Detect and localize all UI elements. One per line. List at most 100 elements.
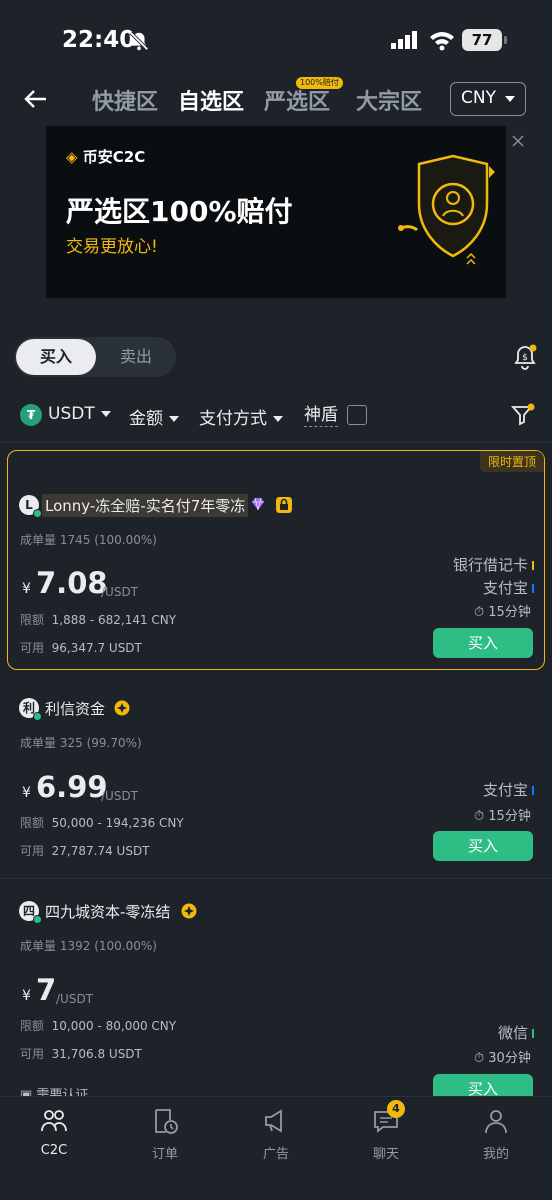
banner-close-icon[interactable] — [510, 133, 526, 149]
merchant-avatar[interactable]: 四 — [19, 901, 42, 924]
available-row: 可用 27,787.74 USDT — [20, 842, 150, 859]
gold-merchant-badge-icon — [114, 700, 130, 716]
filter-funnel-icon[interactable] — [510, 402, 536, 428]
nav-orders-label: 订单 — [151, 1147, 178, 1162]
limit-value: 1,888 - 682,141 CNY — [51, 613, 177, 627]
price-unit: /USDT — [101, 789, 139, 803]
caret-down-icon — [100, 411, 111, 417]
banner-title: 严选区100%赔付 — [66, 195, 293, 228]
orders-label: 成单量 — [20, 736, 57, 750]
merchant-name[interactable]: 四九城资本-零冻结 — [45, 901, 170, 922]
shield-filter-label: 神盾 — [304, 405, 338, 427]
caret-down-icon — [505, 96, 515, 102]
svg-text:$: $ — [522, 353, 528, 363]
listing-price: 7 — [36, 973, 57, 1007]
merchant-name[interactable]: 利信资金 — [45, 698, 105, 719]
payment-time-value: 15分钟 — [488, 605, 531, 620]
trade-side-toggle: 买入 卖出 — [14, 337, 176, 377]
listing-price: 6.99 — [36, 770, 108, 804]
currency-symbol: ¥ — [22, 785, 31, 801]
status-time: 22:40 — [62, 27, 136, 53]
merchant-name[interactable]: Lonny-冻全赔-实名付7年零冻 — [42, 494, 249, 517]
cellular-signal-icon — [391, 31, 417, 49]
amount-filter[interactable]: 金额 — [129, 404, 179, 429]
payment-label: 微信 — [497, 1024, 528, 1042]
lock-badge-icon — [276, 497, 292, 513]
limit-value: 50,000 - 194,236 CNY — [51, 816, 184, 830]
orders-clock-icon — [155, 1109, 178, 1134]
available-row: 可用 96,347.7 USDT — [20, 639, 142, 656]
nav-c2c[interactable]: C2C — [14, 1107, 94, 1158]
limit-row: 限额 1,888 - 682,141 CNY — [20, 611, 176, 628]
nav-orders[interactable]: 订单 — [125, 1107, 205, 1162]
orders-value: 1745 (100.00%) — [59, 533, 157, 547]
tab-bulk[interactable]: 大宗区 — [356, 84, 422, 116]
available-value: 27,787.74 USDT — [51, 844, 150, 858]
amount-filter-label: 金额 — [129, 409, 163, 429]
merchant-avatar[interactable]: L — [19, 495, 42, 518]
payment-label: 支付宝 — [482, 781, 528, 799]
payment-method-bank: 银行借记卡 — [453, 554, 534, 575]
orders-label: 成单量 — [20, 533, 57, 547]
payment-label: 银行借记卡 — [452, 556, 528, 574]
currency-symbol: ¥ — [22, 988, 31, 1004]
sell-side-button[interactable]: 卖出 — [98, 339, 174, 375]
alipay-color-bar — [532, 584, 534, 593]
available-label: 可用 — [20, 641, 45, 655]
nav-chat[interactable]: 聊天 — [346, 1107, 426, 1162]
online-dot — [33, 712, 42, 721]
wifi-icon — [430, 32, 454, 51]
payment-time-value: 30分钟 — [488, 1051, 531, 1066]
limit-label: 限额 — [20, 1019, 45, 1033]
merchant-avatar[interactable]: 利 — [19, 698, 42, 721]
available-label: 可用 — [20, 844, 45, 858]
limit-row: 限额 10,000 - 80,000 CNY — [20, 1017, 176, 1034]
wechat-color-bar — [532, 1029, 534, 1038]
available-value: 31,706.8 USDT — [51, 1047, 142, 1061]
banner-subtitle: 交易更放心! — [66, 237, 158, 257]
shield-filter-checkbox[interactable] — [347, 405, 367, 425]
payment-time: ⏱ 15分钟 — [474, 605, 531, 620]
buy-button[interactable]: 买入 — [433, 831, 533, 861]
payment-filter[interactable]: 支付方式 — [199, 404, 283, 429]
currency-selector[interactable]: CNY — [450, 82, 526, 116]
buy-button[interactable]: 买入 — [433, 628, 533, 658]
bell-muted-icon — [129, 31, 149, 51]
payment-method-wechat: 微信 — [498, 1022, 534, 1043]
user-profile-icon — [485, 1110, 507, 1134]
price-unit: /USDT — [101, 585, 139, 599]
payment-time: ⏱ 15分钟 — [474, 809, 531, 824]
orders-label: 成单量 — [20, 939, 57, 953]
limit-label: 限额 — [20, 613, 45, 627]
currency-symbol: ¥ — [22, 581, 31, 597]
payment-label: 支付宝 — [482, 579, 528, 597]
asset-filter[interactable]: USDT — [48, 404, 111, 424]
chat-unread-badge: 4 — [387, 1100, 405, 1118]
limit-value: 10,000 - 80,000 CNY — [51, 1019, 177, 1033]
banner-logo-text: 币安C2C — [82, 148, 146, 166]
shield-user-icon — [398, 154, 495, 265]
payment-method-alipay: 支付宝 — [483, 779, 534, 800]
order-stats: 成单量 1392 (100.00%) — [20, 937, 157, 954]
asset-filter-label: USDT — [48, 404, 95, 424]
caret-down-icon — [169, 416, 179, 422]
megaphone-icon — [265, 1109, 282, 1133]
battery-indicator: 77 — [462, 29, 507, 51]
c2c-users-icon — [41, 1110, 67, 1132]
promo-banner[interactable]: ◈ 币安C2C 严选区100%赔付 交易更放心! — [46, 126, 506, 298]
tab-quick[interactable]: 快捷区 — [92, 84, 158, 116]
price-alert-bell-icon[interactable]: $ — [512, 344, 538, 370]
order-stats: 成单量 1745 (100.00%) — [20, 531, 157, 548]
nav-ads[interactable]: 广告 — [236, 1107, 316, 1162]
tab-custom[interactable]: 自选区 — [178, 84, 244, 116]
payment-filter-label: 支付方式 — [199, 409, 267, 429]
currency-label: CNY — [461, 88, 496, 108]
buy-side-button[interactable]: 买入 — [16, 339, 96, 375]
alipay-color-bar — [532, 786, 534, 795]
price-unit: /USDT — [56, 992, 94, 1006]
banner-logo: ◈ 币安C2C — [66, 146, 145, 167]
back-arrow-icon[interactable] — [22, 86, 48, 112]
tab-verified-badge: 100%赔付 — [296, 77, 343, 89]
nav-profile[interactable]: 我的 — [456, 1107, 536, 1162]
status-bar: 22:40 77 — [0, 0, 552, 78]
